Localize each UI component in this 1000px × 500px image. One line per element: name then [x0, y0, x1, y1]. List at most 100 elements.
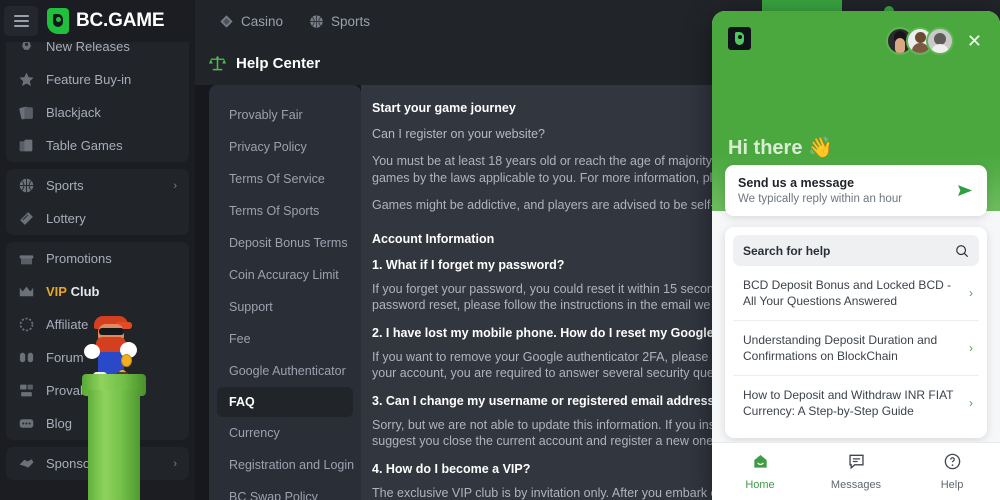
rocket-icon — [22, 42, 31, 50]
help-nav-item-terms-of-service[interactable]: Terms Of Service — [209, 163, 361, 195]
sidebar-item-new-releases[interactable]: New Releases — [6, 42, 189, 63]
bc-logo-icon — [728, 27, 751, 50]
help-nav-item-fee[interactable]: Fee — [209, 323, 361, 355]
top-nav-item-sports[interactable]: Sports — [309, 14, 370, 29]
help-nav-item-coin-accuracy-limit[interactable]: Coin Accuracy Limit — [209, 259, 361, 291]
provably-icon — [20, 384, 33, 397]
widget-tab-help[interactable]: Help — [904, 452, 1000, 491]
sidebar-label-promotions: Promotions — [46, 251, 112, 266]
help-nav-item-deposit-bonus-terms[interactable]: Deposit Bonus Terms — [209, 227, 361, 259]
crown-icon — [19, 286, 34, 297]
sidebar-label-affiliate: Affiliate — [46, 317, 89, 332]
help-nav-item-registration-and-login[interactable]: Registration and Login — [209, 449, 361, 481]
sidebar-item-sports[interactable]: Sports › — [6, 169, 189, 202]
widget-tab-label-home: Home — [745, 479, 775, 491]
gift-icon — [19, 255, 34, 265]
send-arrow-icon[interactable] — [957, 183, 974, 198]
table-cards-icon — [19, 139, 33, 152]
sidebar-item-promotions[interactable]: Promotions — [6, 242, 189, 275]
sidebar-group-community: Promotions VIP Club Affiliate Forum Prov… — [6, 242, 189, 440]
sidebar-item-forum[interactable]: Forum — [6, 341, 189, 374]
search-icon[interactable] — [955, 244, 969, 258]
agent-avatars — [885, 27, 954, 55]
brand-name: BC.GAME — [76, 10, 165, 31]
widget-tab-label-help: Help — [940, 479, 964, 491]
top-bar-brand-area: BC.GAME — [0, 0, 195, 42]
search-input[interactable] — [743, 243, 955, 258]
help-article-item[interactable]: BCD Deposit Bonus and Locked BCD - All Y… — [733, 266, 979, 321]
help-center-nav[interactable]: Provably Fair Privacy Policy Terms Of Se… — [209, 85, 361, 500]
help-center-title: Help Center — [236, 55, 321, 72]
top-nav-label-sports: Sports — [331, 13, 371, 29]
faq-answer-4-line-1: The exclusive VIP club is by invitation … — [372, 485, 759, 500]
send-us-a-message-card[interactable]: Send us a message We typically reply wit… — [725, 165, 987, 216]
chevron-right-icon: › — [969, 341, 973, 355]
help-nav-item-bc-swap-policy[interactable]: BC Swap Policy — [209, 481, 361, 500]
sidebar-item-affiliate[interactable]: Affiliate — [6, 308, 189, 341]
sidebar-label-sponsorships: Sponsorships — [46, 456, 125, 471]
scales-icon — [208, 56, 227, 71]
sidebar-label-vip-club: VIP Club — [46, 284, 177, 299]
sidebar-label-sports: Sports — [46, 178, 84, 193]
content-line-1: You must be at least 18 years old or rea… — [372, 154, 765, 168]
sidebar-item-provably-fair[interactable]: Provably Fair — [6, 374, 189, 407]
help-article-item[interactable]: How to Deposit and Withdraw INR FIAT Cur… — [733, 376, 979, 430]
sidebar-label-blog: Blog — [46, 416, 73, 431]
top-nav-label-casino: Casino — [241, 13, 284, 29]
sidebar-item-feature-buy-in[interactable]: Feature Buy-in — [6, 63, 189, 96]
chevron-right-icon: › — [173, 457, 177, 470]
help-article-item[interactable]: Understanding Deposit Duration and Confi… — [733, 321, 979, 376]
sidebar[interactable]: New Releases Feature Buy-in Blackjack Ta… — [0, 42, 195, 500]
help-article-title: How to Deposit and Withdraw INR FIAT Cur… — [743, 388, 954, 418]
faq-answer-2-line-1: If you want to remove your Google authen… — [372, 349, 763, 364]
widget-tab-home[interactable]: Home — [712, 452, 808, 491]
help-nav-item-privacy-policy[interactable]: Privacy Policy — [209, 131, 361, 163]
help-nav-item-terms-of-sports[interactable]: Terms Of Sports — [209, 195, 361, 227]
sidebar-group-sports: Sports › Lottery — [6, 169, 189, 235]
sidebar-item-table-games[interactable]: Table Games — [6, 129, 189, 162]
sidebar-item-lottery[interactable]: Lottery — [6, 202, 189, 235]
messages-icon — [848, 454, 864, 470]
chevron-right-icon: › — [969, 286, 973, 300]
sidebar-group-sponsorships: Sponsorships › — [6, 447, 189, 480]
help-nav-item-faq[interactable]: FAQ — [217, 387, 353, 417]
send-message-text-block: Send us a message We typically reply wit… — [738, 176, 902, 205]
chat-widget-top-row: ✕ — [728, 27, 986, 55]
bc-game-help-center-page: BC.GAME Casino Sports New Releases Featu… — [0, 0, 1000, 500]
close-icon[interactable]: ✕ — [963, 28, 986, 54]
help-nav-item-currency[interactable]: Currency — [209, 417, 361, 449]
sidebar-label-lottery: Lottery — [46, 211, 86, 226]
help-circle-icon — [944, 453, 960, 470]
search-for-help-box[interactable] — [733, 235, 979, 266]
chat-widget-top-right: ✕ — [885, 27, 986, 55]
chat-widget[interactable]: ✕ Hi there 👋 How can we help? Send us a … — [712, 11, 1000, 500]
top-nav: Casino Sports — [219, 14, 370, 29]
top-nav-item-casino[interactable]: Casino — [219, 14, 283, 29]
network-icon — [19, 317, 34, 332]
send-message-title: Send us a message — [738, 176, 855, 190]
widget-tab-messages[interactable]: Messages — [808, 452, 904, 491]
sidebar-scroll-area: New Releases Feature Buy-in Blackjack Ta… — [0, 42, 195, 480]
help-nav-item-support[interactable]: Support — [209, 291, 361, 323]
basketball-icon — [310, 14, 323, 28]
help-nav-item-google-authenticator[interactable]: Google Authenticator — [209, 355, 361, 387]
sidebar-label-feature-buy-in: Feature Buy-in — [46, 72, 132, 87]
sidebar-item-vip-club[interactable]: VIP Club — [6, 275, 189, 308]
sidebar-item-blog[interactable]: Blog — [6, 407, 189, 440]
brand-logo-link[interactable]: BC.GAME — [47, 8, 165, 34]
sidebar-group-casino: New Releases Feature Buy-in Blackjack Ta… — [6, 42, 189, 162]
sidebar-item-blackjack[interactable]: Blackjack — [6, 96, 189, 129]
faq-answer-3-line-1: Sorry, but we are not able to update thi… — [372, 417, 762, 432]
hamburger-icon[interactable] — [4, 6, 38, 36]
vip-accent: VIP — [46, 284, 67, 299]
home-icon — [753, 455, 767, 468]
cards-icon — [19, 106, 33, 120]
help-article-title: Understanding Deposit Duration and Confi… — [743, 333, 938, 363]
sidebar-item-sponsorships[interactable]: Sponsorships › — [6, 447, 189, 480]
faq-answer-1-line-2: password reset, please follow the instru… — [372, 298, 755, 312]
help-nav-item-provably-fair[interactable]: Provably Fair — [209, 99, 361, 131]
sidebar-label-table-games: Table Games — [46, 138, 123, 153]
handshake-icon — [19, 459, 34, 468]
chat-icon — [19, 419, 34, 428]
content-line-2: games by the laws applicable to you. For… — [372, 170, 769, 185]
